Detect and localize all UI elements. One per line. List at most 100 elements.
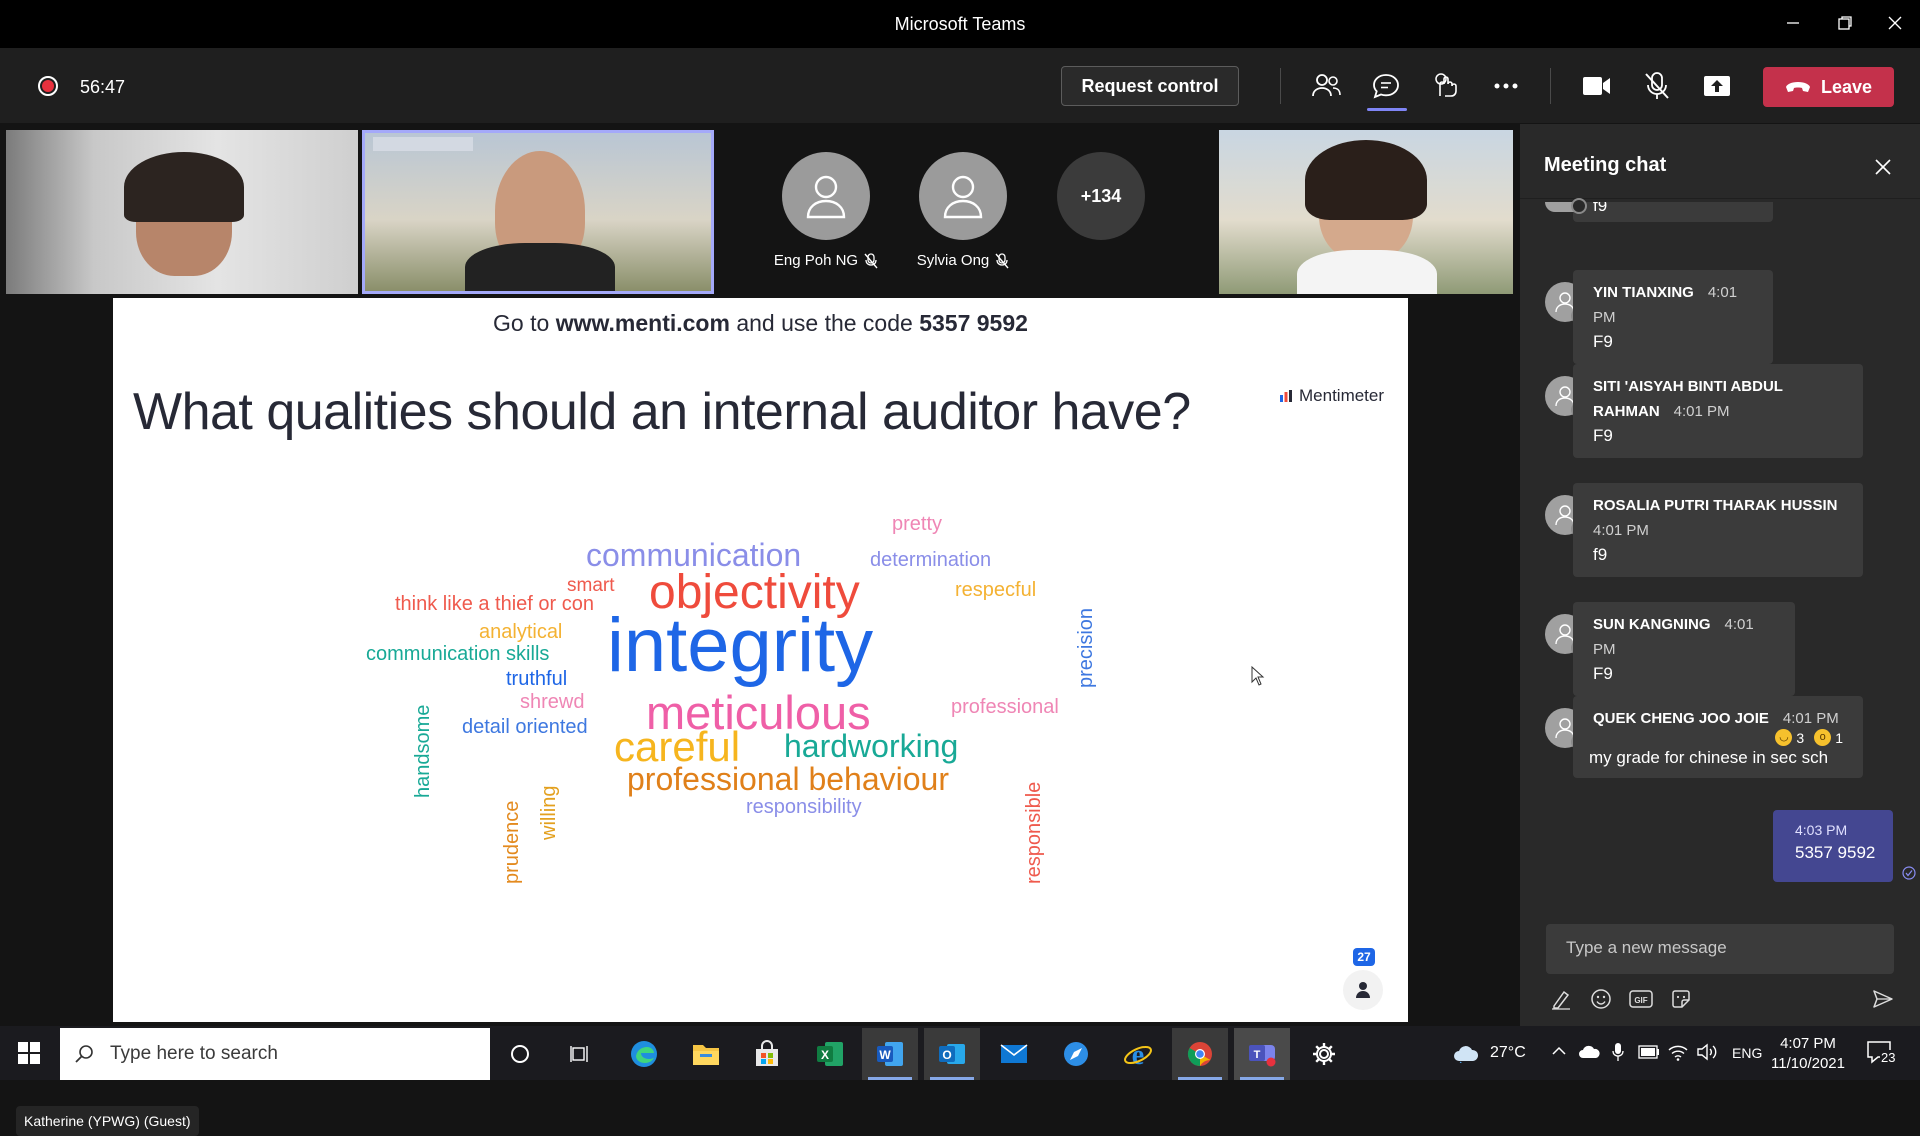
word-cloud-word: determination (870, 549, 992, 571)
word-icon[interactable]: W (862, 1028, 918, 1080)
message-input[interactable] (1566, 938, 1866, 958)
chat-message[interactable]: QUEK CHENG JOO JOIE 4:01 PM ◡ 3 o 1 my gr… (1573, 696, 1863, 778)
reaction-count: 1 (1835, 729, 1843, 746)
taskbar-search-box[interactable]: Type here to search (60, 1028, 490, 1080)
share-screen-icon[interactable] (1698, 68, 1736, 104)
message-text: 5357 9592 (1795, 843, 1876, 862)
chat-message[interactable]: SITI 'AISYAH BINTI ABDUL RAHMAN 4:01 PM F… (1573, 364, 1863, 458)
participant-video-tile[interactable] (1219, 130, 1513, 294)
word-cloud-word: professional behaviour (627, 761, 949, 797)
message-text: f9 (1593, 202, 1608, 215)
word-cloud-word: precision (1075, 607, 1097, 688)
sticker-icon[interactable] (1666, 984, 1696, 1014)
reactions-icon[interactable] (1427, 68, 1465, 104)
more-participants-button[interactable]: +134 (1057, 152, 1145, 240)
excel-icon[interactable]: X (802, 1028, 858, 1080)
word-cloud-word: truthful (506, 668, 568, 690)
participant-video-tile[interactable] (6, 130, 358, 294)
chat-icon[interactable] (1367, 68, 1405, 104)
weather-cloud-icon[interactable] (1452, 1043, 1478, 1063)
close-chat-button[interactable] (1868, 152, 1898, 182)
outlook-icon[interactable]: O (924, 1028, 980, 1080)
task-view-icon[interactable] (552, 1028, 608, 1080)
logo-banner (373, 137, 473, 151)
windows-start-icon[interactable] (18, 1042, 40, 1064)
message-text: f9 (1593, 545, 1608, 564)
word-cloud-word: pretty (892, 513, 943, 535)
message-text: F9 (1593, 332, 1613, 351)
microsoft-store-icon[interactable] (739, 1028, 795, 1080)
participant-tile[interactable]: Sylvia Ong (908, 152, 1018, 269)
chat-message[interactable]: ROSALIA PUTRI THARAK HUSSIN 4:01 PM f9 (1573, 483, 1863, 577)
svg-text:T: T (1254, 1049, 1261, 1061)
request-control-button[interactable]: Request control (1061, 66, 1239, 106)
minimize-button[interactable] (1778, 10, 1808, 36)
restore-button[interactable] (1830, 10, 1860, 36)
word-cloud-word: responsible (1023, 781, 1045, 884)
edge-browser-icon[interactable] (616, 1028, 672, 1080)
svg-text:X: X (821, 1048, 829, 1062)
volume-icon[interactable] (1696, 1043, 1718, 1061)
weather-temperature[interactable]: 27°C (1490, 1044, 1526, 1062)
mentimeter-icon (1280, 390, 1292, 402)
mentimeter-logo: Mentimeter (1279, 386, 1384, 406)
participant-video-tile-active[interactable] (362, 130, 714, 294)
meeting-stage: Eng Poh NG Sylvia Ong +134 Go to www.men… (0, 124, 1520, 1136)
camera-icon[interactable] (1578, 68, 1616, 104)
chrome-icon[interactable] (1172, 1028, 1228, 1080)
gif-icon[interactable]: GIF (1626, 984, 1656, 1014)
message-sender: SUN KANGNING (1593, 616, 1711, 633)
more-options-icon[interactable] (1487, 68, 1525, 104)
message-time: 4:03 PM (1795, 822, 1848, 838)
message-text: my grade for chinese in sec sch (1589, 748, 1829, 767)
leave-button[interactable]: Leave (1763, 67, 1894, 107)
meeting-toolbar: 56:47 Request control Leave (0, 48, 1920, 124)
internet-explorer-icon[interactable]: e (1110, 1028, 1166, 1080)
safari-like-browser-icon[interactable] (1048, 1028, 1104, 1080)
close-window-button[interactable] (1880, 10, 1910, 36)
chat-message[interactable]: SUN KANGNING 4:01 PM F9 (1573, 602, 1795, 696)
chat-message[interactable]: YIN TIANXING 4:01 PM F9 (1573, 270, 1773, 364)
microphone-icon[interactable] (1612, 1042, 1624, 1062)
code-url: www.menti.com (555, 310, 730, 336)
participants-icon[interactable] (1307, 68, 1345, 104)
taskbar-clock[interactable]: 4:07 PM 11/10/2021 (1768, 1034, 1848, 1074)
clock-time: 4:07 PM (1780, 1035, 1836, 1052)
input-language[interactable]: ENG (1732, 1045, 1762, 1061)
emoji-icon[interactable] (1586, 984, 1616, 1014)
avatar (782, 152, 870, 240)
person-icon (1343, 970, 1383, 1010)
mail-icon[interactable] (986, 1028, 1042, 1080)
search-placeholder: Type here to search (110, 1043, 278, 1064)
word-cloud-word: shrewd (520, 691, 585, 713)
participant-tile[interactable]: Eng Poh NG (771, 152, 881, 269)
svg-text:W: W (879, 1048, 891, 1062)
word-cloud-word: detail oriented (462, 716, 588, 738)
teams-icon[interactable]: T (1234, 1028, 1290, 1080)
message-reactions[interactable]: ◡ 3 o 1 (1593, 729, 1843, 746)
chevron-up-icon[interactable] (1552, 1046, 1566, 1056)
word-cloud-word: integrity (607, 603, 874, 688)
leave-label: Leave (1820, 76, 1873, 97)
chat-title: Meeting chat (1544, 154, 1667, 176)
svg-text:GIF: GIF (1634, 996, 1647, 1005)
word-cloud-word: communication skills (366, 643, 550, 665)
cortana-icon[interactable] (492, 1028, 548, 1080)
battery-icon[interactable] (1638, 1045, 1660, 1059)
file-explorer-icon[interactable] (678, 1028, 734, 1080)
search-icon (75, 1045, 93, 1063)
notifications-icon[interactable]: 23 (1866, 1040, 1897, 1065)
windows-taskbar: Type here to search X W O e T 27°C ENG 4… (0, 1026, 1920, 1080)
own-chat-message[interactable]: 4:03 PM 5357 9592 (1773, 810, 1893, 882)
settings-gear-icon[interactable] (1296, 1028, 1352, 1080)
menti-participants-indicator: 27 (1341, 948, 1387, 1010)
compose-box[interactable] (1546, 924, 1894, 974)
message-time: 4:01 PM (1782, 710, 1839, 727)
send-icon[interactable] (1868, 984, 1898, 1014)
format-icon[interactable] (1546, 984, 1576, 1014)
onedrive-icon[interactable] (1578, 1045, 1600, 1059)
avatar (1545, 198, 1587, 214)
wifi-icon[interactable] (1668, 1043, 1688, 1061)
reaction-count: 3 (1796, 729, 1805, 746)
microphone-muted-icon[interactable] (1638, 68, 1676, 104)
